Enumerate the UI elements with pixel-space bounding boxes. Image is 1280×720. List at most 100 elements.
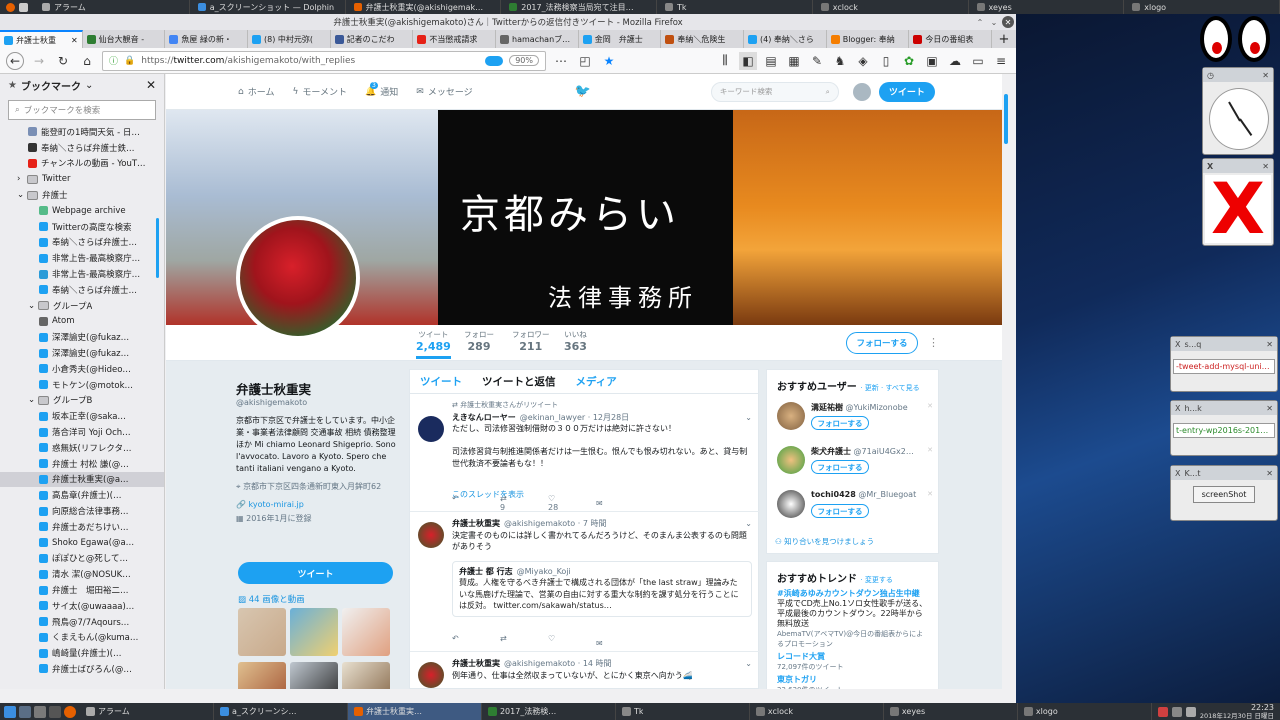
pocket-icon[interactable]: ◰ bbox=[576, 52, 594, 70]
zoom-indicator[interactable]: 90% bbox=[509, 55, 539, 66]
taskbar-window-item[interactable]: アラーム bbox=[80, 703, 214, 720]
quote-author-name[interactable]: 弁護士 都 行志 bbox=[459, 566, 513, 578]
follow-button[interactable]: フォローする bbox=[846, 332, 918, 354]
close-icon[interactable]: ✕ bbox=[1262, 71, 1269, 80]
suggested-user[interactable]: 溝延祐樹 @YukiMizonobe フォローする ✕ bbox=[777, 402, 937, 438]
dismiss-icon[interactable]: ✕ bbox=[927, 402, 933, 410]
new-tab-icon[interactable]: + bbox=[992, 32, 1016, 47]
trend-name[interactable]: 東京トガリ bbox=[777, 675, 928, 685]
bookmark-item[interactable]: ⌄ グループA bbox=[0, 298, 164, 314]
panel-window-item[interactable]: xclock bbox=[813, 0, 969, 14]
taskbar-window-item[interactable]: 弁護士秋重実… bbox=[347, 703, 482, 720]
xlogo-window[interactable]: X ✕ X bbox=[1202, 158, 1274, 246]
panel-window-item[interactable]: Tk bbox=[657, 0, 813, 14]
browser-tab[interactable]: 不当懲戒請求 bbox=[413, 30, 497, 48]
profile-handle[interactable]: @akishigemakoto bbox=[236, 398, 396, 407]
media-thumbnail[interactable] bbox=[290, 662, 338, 689]
desktop-icon[interactable] bbox=[19, 705, 31, 718]
bookmark-star-icon[interactable]: ★ bbox=[600, 52, 618, 70]
user-name[interactable]: tochi0428 bbox=[811, 490, 856, 499]
stat-1[interactable]: フォロー 289 bbox=[464, 329, 494, 353]
profile-tweet-button[interactable]: ツイート bbox=[238, 562, 393, 584]
nav-moments[interactable]: ϟ モーメント bbox=[292, 85, 347, 99]
tweet-author-handle[interactable]: @akishigemakoto · 7 時間 bbox=[504, 518, 606, 530]
clipboard-tray-icon[interactable] bbox=[1171, 706, 1182, 717]
dm-action[interactable]: ✉ bbox=[596, 499, 644, 508]
trend-name[interactable]: レコード大賞 bbox=[777, 652, 928, 662]
bookmark-item[interactable]: 飛鳥@7/7Aqours… bbox=[0, 614, 164, 630]
window-icon[interactable]: ▭ bbox=[969, 52, 987, 70]
tweet-avatar[interactable] bbox=[418, 522, 444, 548]
more-options-icon[interactable]: ⋮ bbox=[928, 336, 939, 349]
user-avatar[interactable] bbox=[777, 402, 805, 430]
sidebar-scrollbar[interactable] bbox=[156, 218, 159, 278]
tk-screenshot-window[interactable]: X K...t ✕ screenShot bbox=[1170, 465, 1278, 521]
bookmark-item[interactable]: ⌄ 弁護士 bbox=[0, 187, 164, 203]
user-name[interactable]: 溝延祐樹 bbox=[811, 403, 843, 412]
bookmark-item[interactable]: ⌄ グループB bbox=[0, 393, 164, 409]
tweet-avatar[interactable] bbox=[418, 662, 444, 688]
bookmark-item[interactable]: Shoko Egawa(@a… bbox=[0, 535, 164, 551]
reply-action[interactable]: ↶ bbox=[452, 634, 500, 652]
browser-tab[interactable]: 今日の番組表 bbox=[909, 30, 993, 48]
browser-tab[interactable]: 記者のこだわ bbox=[331, 30, 414, 48]
chevron-icon[interactable]: ⌄ bbox=[28, 395, 35, 405]
bookmark-item[interactable]: 非常上告-最高検察庁… bbox=[0, 266, 164, 282]
browser-tab[interactable]: 金岡 弁護士 bbox=[579, 30, 662, 48]
user-handle[interactable]: @71aiU4Gx2… bbox=[854, 447, 914, 456]
page-scrollbar[interactable] bbox=[1004, 94, 1008, 144]
trend-item[interactable]: 東京トガリ22,620件のツイート bbox=[767, 675, 938, 689]
media-thumbnail[interactable] bbox=[342, 608, 390, 656]
stat-3[interactable]: いいね 363 bbox=[564, 329, 587, 353]
library-icon[interactable]: ⫼ bbox=[716, 52, 734, 70]
retweet-action[interactable]: ⇄ 9 bbox=[500, 494, 548, 512]
home-icon[interactable]: ⌂ bbox=[78, 52, 96, 70]
bookmark-item[interactable]: 弁護士秋重実(@a… bbox=[0, 471, 164, 488]
sidebar-title[interactable]: ブックマーク bbox=[21, 78, 81, 93]
bookmark-item[interactable]: 清水 潔(@NOSUK… bbox=[0, 566, 164, 582]
find-friends-link[interactable]: ⚇ 知り合いを見つけましょう bbox=[775, 536, 874, 547]
bookmark-item[interactable]: 小倉秀夫(@Hideo… bbox=[0, 361, 164, 377]
tweet[interactable]: ⇄ 弁護士秋重実さんがリツイート えきなんローヤー @ekinan_lawyer ·… bbox=[410, 394, 760, 512]
tweet-avatar[interactable] bbox=[418, 416, 444, 442]
bookmark-item[interactable]: 惑無妖(リフレクタ… bbox=[0, 440, 164, 456]
tweet-author-handle[interactable]: @akishigemakoto · 14 時間 bbox=[504, 658, 612, 670]
profile-website-text[interactable]: kyoto-mirai.jp bbox=[249, 500, 304, 509]
bookmark-item[interactable]: 能登町の1時間天気 - 日… bbox=[0, 124, 164, 140]
taskbar-window-item[interactable]: Tk bbox=[616, 703, 750, 720]
bookmark-item[interactable]: 坂本正幸(@saka… bbox=[0, 408, 164, 424]
quoted-tweet[interactable]: 弁護士 都 行志 @Miyako_Koji 賛成。人権を守るべき弁護士で構成される団… bbox=[452, 560, 752, 617]
bookmark-item[interactable]: 奉納＼さらば弁護士… bbox=[0, 235, 164, 251]
back-icon[interactable]: ← bbox=[6, 51, 24, 70]
screenshot-button[interactable]: screenShot bbox=[1193, 486, 1255, 503]
close-window-icon[interactable]: ✕ bbox=[1002, 16, 1014, 28]
tweet-author-handle[interactable]: @ekinan_lawyer · 12月28日 bbox=[520, 412, 629, 424]
tray-icon[interactable] bbox=[1157, 706, 1168, 717]
bookmark-item[interactable]: 弁護士ばびろん(@… bbox=[0, 661, 164, 677]
bookmark-item[interactable]: Atom bbox=[0, 314, 164, 330]
account-avatar[interactable] bbox=[852, 82, 871, 101]
screenshot-icon[interactable]: ▤ bbox=[762, 52, 780, 70]
bookmark-item[interactable]: 深澤諭史(@fukaz… bbox=[0, 345, 164, 361]
extension-icon-2[interactable]: ▣ bbox=[923, 52, 941, 70]
firefox-launcher-icon[interactable] bbox=[6, 2, 15, 12]
bookmark-item[interactable]: 弁護士 村松 謙(@… bbox=[0, 456, 164, 472]
green-extension-icon[interactable]: ✿ bbox=[900, 52, 918, 70]
browser-tab[interactable]: (4) 奉納＼さら bbox=[744, 30, 827, 48]
profile-avatar[interactable] bbox=[236, 216, 360, 340]
who-to-follow-links[interactable]: · 更新 · すべて見る bbox=[860, 384, 919, 392]
terminal-icon[interactable] bbox=[49, 705, 61, 718]
page-actions-icon[interactable]: ⋯ bbox=[552, 52, 570, 70]
panel-window-item[interactable]: 弁護士秋重実(@akishigemak… bbox=[346, 0, 502, 14]
browser-tab[interactable]: 魚屋 緑の新・ bbox=[165, 30, 249, 48]
media-thumbnail[interactable] bbox=[290, 608, 338, 656]
minimize-icon[interactable]: ⌃ bbox=[974, 16, 986, 28]
user-avatar[interactable] bbox=[777, 446, 805, 474]
nav-home[interactable]: ⌂ ホーム bbox=[238, 85, 274, 99]
volume-icon[interactable] bbox=[1185, 706, 1196, 717]
sidebar-toggle-icon[interactable]: ◧ bbox=[739, 51, 757, 70]
close-icon[interactable]: ✕ bbox=[1266, 404, 1273, 413]
clipboard-icon[interactable]: ▯ bbox=[877, 52, 895, 70]
bookmark-item[interactable]: 向原総合法律事務… bbox=[0, 503, 164, 519]
user-name[interactable]: 柴犬弁護士 bbox=[811, 447, 851, 456]
